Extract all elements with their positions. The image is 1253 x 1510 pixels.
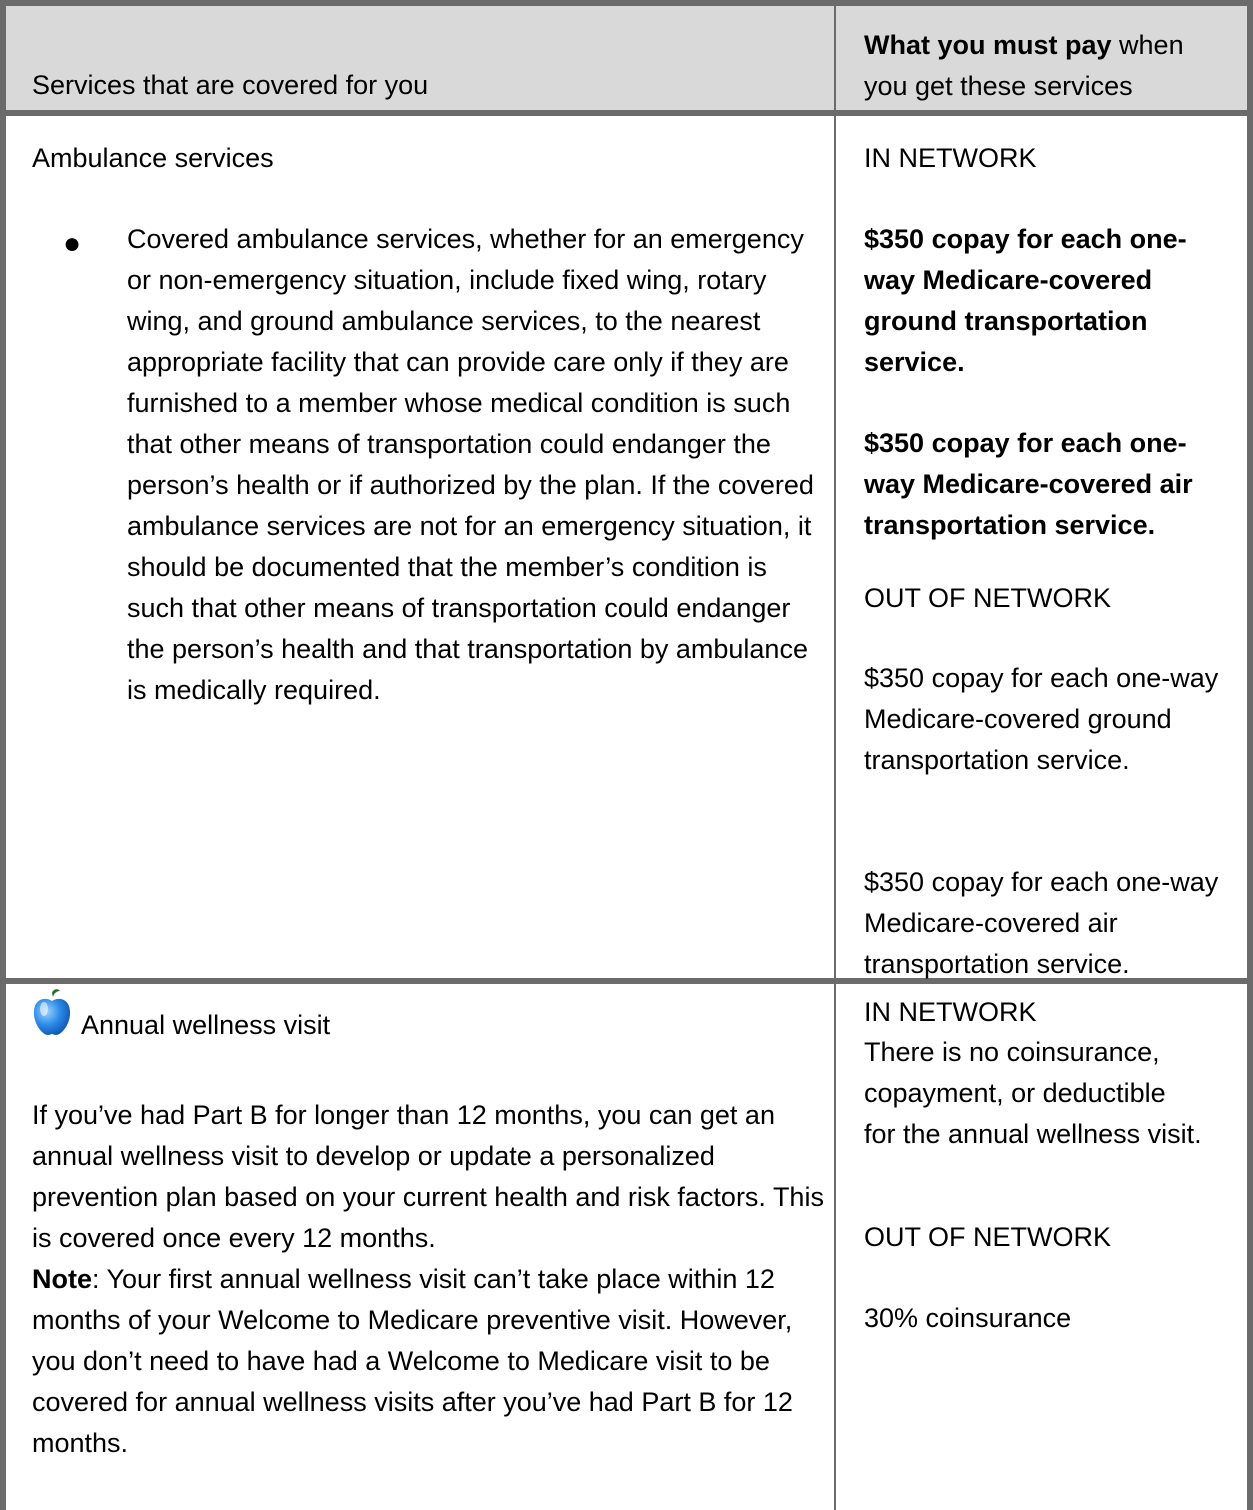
wellness-note-text: : Your first annual wellness visit can’t… (32, 1264, 793, 1458)
wellness-row: Annual wellness visit If you’ve had Part… (6, 984, 1247, 1510)
ambulance-out-network-label: OUT OF NETWORK (864, 583, 1111, 613)
ambulance-left-cell: Ambulance services ● Covered ambulance s… (6, 116, 836, 978)
ambulance-out-ground: $350 copay for each one-way Medicare-cov… (864, 663, 1219, 775)
header-services-label: Services that are covered for you (32, 70, 429, 100)
header-left-cell: Services that are covered for you (6, 6, 836, 110)
wellness-in-text: There is no coinsurance, copayment, or d… (864, 1037, 1202, 1149)
benefits-table: Services that are covered for you What y… (0, 0, 1253, 1510)
wellness-right-cell: IN NETWORK There is no coinsurance, copa… (836, 984, 1247, 1510)
ambulance-title: Ambulance services (32, 143, 274, 173)
header-pay-label: What you must pay when you get these ser… (864, 25, 1224, 107)
wellness-out-network-label: OUT OF NETWORK (864, 1222, 1111, 1252)
bullet-icon: ● (63, 227, 82, 260)
ambulance-in-ground: $350 copay for each one-way Medicare-cov… (864, 224, 1187, 377)
header-pay-bold: What you must pay (864, 30, 1112, 60)
table-header-row: Services that are covered for you What y… (6, 6, 1247, 116)
wellness-title: Annual wellness visit (81, 1010, 331, 1040)
wellness-left-cell: Annual wellness visit If you’ve had Part… (6, 984, 836, 1510)
ambulance-in-air: $350 copay for each one-way Medicare-cov… (864, 428, 1193, 540)
wellness-description: If you’ve had Part B for longer than 12 … (32, 1100, 824, 1253)
apple-icon (33, 989, 71, 1035)
wellness-note-label: Note (32, 1264, 92, 1294)
ambulance-out-air: $350 copay for each one-way Medicare-cov… (864, 867, 1219, 979)
wellness-out-text: 30% coinsurance (864, 1303, 1072, 1333)
wellness-note: Note: Your first annual wellness visit c… (32, 1259, 832, 1464)
ambulance-right-cell: IN NETWORK $350 copay for each one-way M… (836, 116, 1247, 979)
header-right-cell: What you must pay when you get these ser… (836, 6, 1247, 110)
ambulance-row: Ambulance services ● Covered ambulance s… (6, 116, 1247, 984)
ambulance-in-network-label: IN NETWORK (864, 143, 1037, 173)
wellness-in-network-label: IN NETWORK (864, 997, 1037, 1027)
ambulance-description: Covered ambulance services, whether for … (127, 224, 814, 705)
